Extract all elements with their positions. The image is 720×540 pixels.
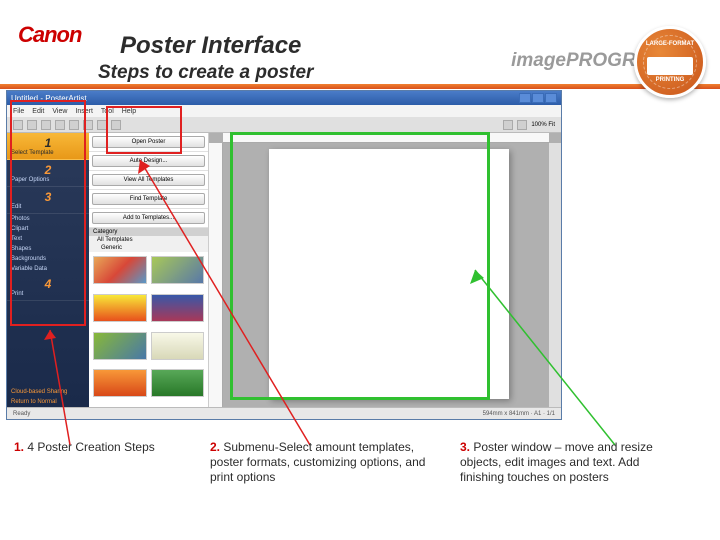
tool-icon[interactable] — [83, 120, 93, 130]
menu-item[interactable]: Edit — [32, 108, 44, 115]
tool-icon[interactable] — [27, 120, 37, 130]
add-templates-button[interactable]: Add to Templates... — [92, 212, 205, 224]
status-text: Ready — [13, 411, 30, 417]
tool-icon[interactable] — [69, 120, 79, 130]
maximize-button[interactable] — [532, 93, 544, 103]
toolbar: 100% Fit — [7, 117, 561, 133]
menu-item[interactable]: Tool — [101, 108, 114, 115]
app-window: Untitled - PosterArtist File Edit View I… — [6, 90, 562, 420]
steps-panel: 1Select Template 2Paper Options 3Edit Ph… — [7, 133, 89, 407]
poster-canvas[interactable] — [269, 149, 509, 399]
menubar: File Edit View Insert Tool Help — [7, 105, 561, 117]
template-grid — [89, 252, 208, 407]
canon-logo: Canon — [18, 22, 81, 48]
callout-3: 3. Poster window – move and resize objec… — [460, 440, 690, 485]
page-subtitle: Steps to create a poster — [98, 62, 313, 84]
graphics-badge: LARGE-FORMAT PRINTING — [634, 26, 706, 98]
step-2[interactable]: 2Paper Options — [7, 160, 89, 187]
open-poster-button[interactable]: Open Poster — [92, 136, 205, 148]
find-template-button[interactable]: Find Template — [92, 193, 205, 205]
callout-2: 2. Submenu-Select amount templates, post… — [210, 440, 460, 485]
tool-icon[interactable] — [55, 120, 65, 130]
template-thumb[interactable] — [151, 369, 205, 397]
category-label: Category — [89, 228, 208, 236]
step-3[interactable]: 3Edit — [7, 187, 89, 214]
template-thumb[interactable] — [151, 256, 205, 284]
sub-text[interactable]: Text — [7, 234, 89, 244]
statusbar: Ready 594mm x 841mm · A1 · 1/1 — [7, 407, 561, 419]
step-1[interactable]: 1Select Template — [7, 133, 89, 160]
tool-icon[interactable] — [41, 120, 51, 130]
cloud-sharing[interactable]: Cloud-based Sharing — [7, 387, 89, 397]
minimize-button[interactable] — [519, 93, 531, 103]
callout-1: 1. 4 Poster Creation Steps — [0, 440, 210, 485]
titlebar: Untitled - PosterArtist — [7, 91, 561, 105]
submenu-panel: Open Poster Auto Design... View All Temp… — [89, 133, 209, 407]
tool-icon[interactable] — [111, 120, 121, 130]
close-button[interactable] — [545, 93, 557, 103]
menu-item[interactable]: File — [13, 108, 24, 115]
sub-shapes[interactable]: Shapes — [7, 244, 89, 254]
sub-backgrounds[interactable]: Backgrounds — [7, 254, 89, 264]
zoom-icon[interactable] — [517, 120, 527, 130]
sub-clipart[interactable]: Clipart — [7, 224, 89, 234]
tool-icon[interactable] — [503, 120, 513, 130]
status-size: 594mm x 841mm · A1 · 1/1 — [483, 411, 555, 417]
menu-item[interactable]: Insert — [75, 108, 93, 115]
template-thumb[interactable] — [151, 332, 205, 360]
ruler-vertical — [209, 143, 223, 407]
template-thumb[interactable] — [93, 294, 147, 322]
template-thumb[interactable] — [93, 332, 147, 360]
sub-photos[interactable]: Photos — [7, 214, 89, 224]
window-title: Untitled - PosterArtist — [11, 94, 87, 103]
page-title: Poster Interface — [120, 32, 301, 60]
zoom-level[interactable]: 100% Fit — [531, 122, 555, 128]
view-templates-button[interactable]: View All Templates — [92, 174, 205, 186]
sub-variable[interactable]: Variable Data — [7, 264, 89, 274]
category-all[interactable]: All Templates — [89, 236, 208, 244]
canvas-area — [209, 133, 561, 407]
menu-item[interactable]: Help — [122, 108, 136, 115]
ruler-horizontal — [223, 133, 549, 143]
scrollbar-vertical[interactable] — [549, 143, 561, 407]
divider-bar — [0, 84, 720, 89]
template-thumb[interactable] — [93, 256, 147, 284]
tool-icon[interactable] — [13, 120, 23, 130]
return-normal[interactable]: Return to Normal — [7, 397, 89, 407]
auto-design-button[interactable]: Auto Design... — [92, 155, 205, 167]
step-4[interactable]: 4Print — [7, 274, 89, 301]
menu-item[interactable]: View — [52, 108, 67, 115]
template-thumb[interactable] — [151, 294, 205, 322]
tool-icon[interactable] — [97, 120, 107, 130]
template-thumb[interactable] — [93, 369, 147, 397]
category-generic[interactable]: Generic — [89, 244, 208, 252]
